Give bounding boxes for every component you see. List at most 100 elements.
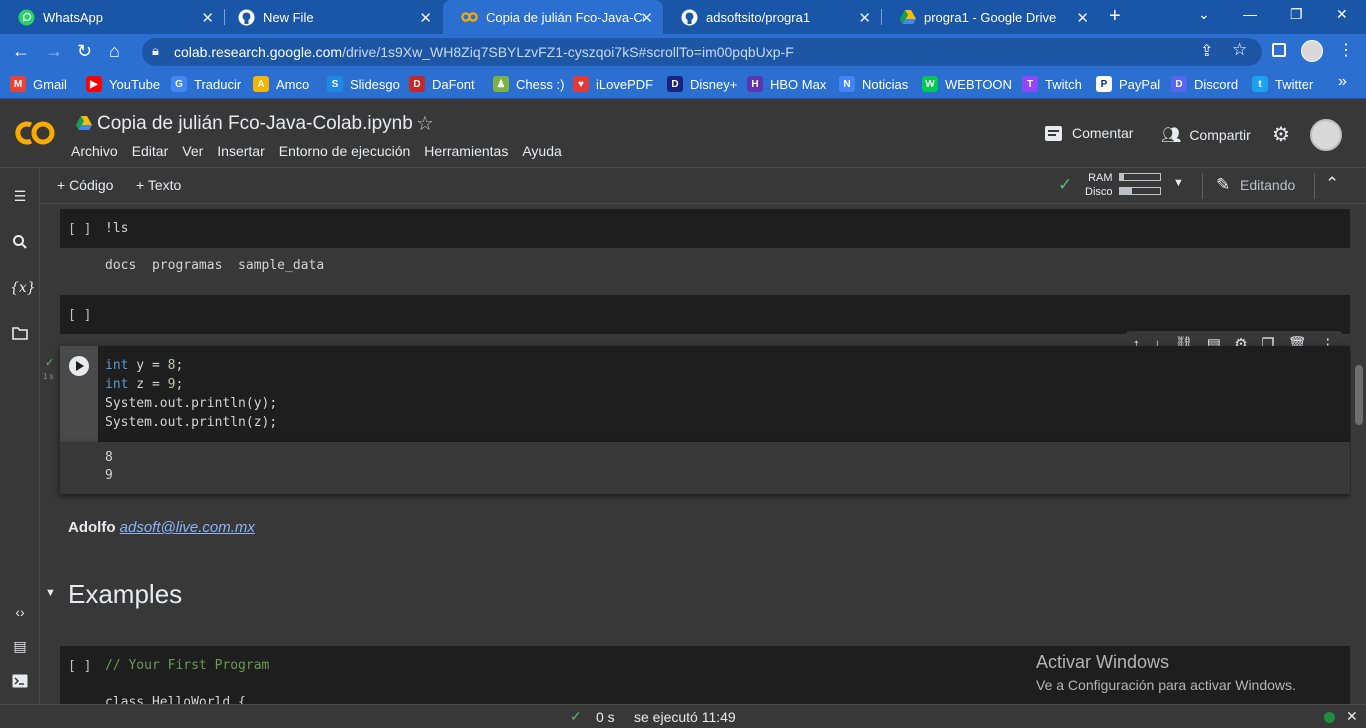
add-code-cell-button[interactable]: + Código (57, 177, 113, 193)
connection-status-icon[interactable] (1324, 712, 1335, 723)
code-cell[interactable]: [ ] !ls (60, 209, 1350, 248)
minimize-icon[interactable]: — (1243, 6, 1257, 22)
menu-herramientas[interactable]: Herramientas (424, 143, 508, 159)
exec-duration[interactable]: 0 s (596, 709, 615, 725)
url-input[interactable]: 🔒︎ colab.research.google.com/drive/1s9Xw… (142, 38, 1262, 66)
menu-ayuda[interactable]: Ayuda (522, 143, 561, 159)
user-avatar[interactable] (1310, 119, 1342, 151)
bookmark-ilovepdf[interactable]: ♥ iLovePDF (573, 76, 653, 92)
tab-whatsapp[interactable]: WhatsApp ✕ (0, 0, 224, 34)
editing-mode-label[interactable]: Editando (1240, 177, 1295, 193)
browser-menu-icon[interactable]: ⋮ (1338, 40, 1354, 60)
bookmark-twitch[interactable]: T Twitch (1022, 76, 1082, 92)
bookmark-label: WEBTOON (945, 76, 1012, 92)
close-tab-icon[interactable]: ✕ (419, 9, 432, 27)
tab-new-file[interactable]: New File ✕ (220, 0, 442, 34)
back-arrow-icon[interactable]: ← (12, 41, 30, 62)
code-comment[interactable]: // Your First Program (105, 656, 269, 675)
colab-logo[interactable] (14, 118, 58, 153)
close-tab-icon[interactable]: ✕ (201, 9, 214, 27)
collapse-section-icon[interactable]: ▼ (45, 587, 56, 599)
collapse-header-icon[interactable]: ⌃ (1325, 174, 1339, 194)
bookmark-slidesgo[interactable]: S Slidesgo (327, 76, 400, 92)
close-status-icon[interactable]: ✕ (1346, 708, 1358, 725)
tab-github-progra1[interactable]: adsoftsito/progra1 ✕ (663, 0, 881, 34)
lock-icon[interactable]: 🔒︎ (152, 43, 159, 59)
side-panel-icon[interactable] (1272, 43, 1286, 57)
variables-icon[interactable]: {x} (10, 280, 36, 300)
star-icon[interactable]: ☆ (416, 111, 434, 136)
cell-code[interactable]: class HelloWorld { (105, 693, 246, 704)
tab-colab-notebook[interactable]: Copia de julián Fco-Java-Cola ✕ (443, 0, 663, 34)
bookmark-star-icon[interactable]: ☆ (1232, 40, 1247, 60)
tab-title: New File (263, 9, 314, 25)
notebook-title[interactable]: Copia de julián Fco-Java-Colab.ipynb (97, 113, 413, 135)
comment-button[interactable]: Comentar (1045, 125, 1133, 141)
bookmark-hbo-max[interactable]: H HBO Max (747, 76, 826, 92)
tab-google-drive[interactable]: progra1 - Google Drive ✕ (881, 0, 1099, 34)
close-tab-icon[interactable]: ✕ (1076, 9, 1089, 27)
disk-meter[interactable] (1119, 187, 1161, 195)
add-text-cell-button[interactable]: + Texto (136, 177, 181, 193)
close-window-icon[interactable]: ✕ (1336, 6, 1348, 23)
output-text: docs programas sample_data (105, 258, 325, 273)
bookmark-dafont[interactable]: D DaFont (409, 76, 475, 92)
cell-exec-time: 1 s (43, 372, 54, 381)
bookmark-gmail[interactable]: M Gmail (10, 76, 67, 92)
run-cell-button[interactable] (69, 356, 89, 376)
resources-dropdown-icon[interactable]: ▼ (1173, 177, 1184, 189)
bookmark-youtube[interactable]: ▶ YouTube (86, 76, 160, 92)
run-cell-bracket[interactable]: [ ] (68, 222, 91, 237)
ram-meter[interactable] (1119, 173, 1161, 181)
cell-code[interactable]: int y = 8; int z = 9; System.out.println(y… (105, 356, 277, 432)
reload-icon[interactable]: ↻ (77, 41, 92, 62)
github-icon (238, 9, 255, 26)
terminal-icon[interactable] (10, 674, 30, 694)
table-of-contents-icon[interactable]: ☰ (10, 188, 30, 208)
bookmark-traducir[interactable]: G Traducir (171, 76, 241, 92)
more-bookmarks-button[interactable]: » (1338, 73, 1347, 91)
bookmark-paypal[interactable]: P PayPal (1096, 76, 1160, 92)
bookmark-webtoon[interactable]: W WEBTOON (922, 76, 1012, 92)
share-button[interactable]: 👥︎ Compartir (1161, 125, 1251, 145)
menu-insertar[interactable]: Insertar (217, 143, 264, 159)
cell-code[interactable]: !ls (105, 219, 128, 238)
code-snippets-icon[interactable]: ‹› (10, 604, 30, 624)
share-page-icon[interactable]: ⇪ (1200, 41, 1213, 61)
menu-ver[interactable]: Ver (182, 143, 203, 159)
profile-avatar[interactable] (1301, 40, 1323, 62)
search-icon[interactable] (10, 234, 30, 254)
notebook-scrollbar[interactable] (1352, 205, 1366, 704)
folder-icon[interactable] (10, 326, 30, 346)
resource-labels[interactable]: RAM Disco (1085, 171, 1113, 199)
code-cell[interactable]: [ ] (60, 295, 1350, 334)
bookmark-discord[interactable]: D Discord (1171, 76, 1238, 92)
scrollbar-thumb[interactable] (1355, 365, 1363, 425)
forward-arrow-icon[interactable]: → (45, 41, 63, 62)
bookmark-twitter[interactable]: t Twitter (1252, 76, 1313, 92)
exec-timestamp[interactable]: se ejecutó 11:49 (634, 709, 736, 725)
new-tab-button[interactable]: + (1109, 5, 1121, 28)
run-cell-bracket[interactable]: [ ] (68, 308, 91, 323)
close-tab-icon[interactable]: ✕ (640, 9, 653, 27)
bookmark-disney[interactable]: D Disney+ (667, 76, 737, 92)
google-drive-icon[interactable] (76, 116, 92, 135)
home-icon[interactable]: ⌂ (109, 41, 120, 62)
bookmark-chess[interactable]: ♟ Chess :) (493, 76, 564, 92)
menu-archivo[interactable]: Archivo (71, 143, 118, 159)
menu-editar[interactable]: Editar (132, 143, 169, 159)
section-heading[interactable]: Examples (68, 579, 182, 610)
text-cell[interactable]: Adolfo adsoft@live.com.mx (68, 519, 255, 536)
maximize-icon[interactable]: ❐ (1290, 6, 1303, 23)
run-cell-bracket[interactable]: [ ] (68, 659, 91, 674)
tab-search-icon[interactable]: ⌄ (1198, 6, 1210, 23)
whatsapp-icon (18, 9, 35, 26)
close-tab-icon[interactable]: ✕ (858, 9, 871, 27)
bookmark-noticias[interactable]: N Noticias (839, 76, 908, 92)
code-cell-focused[interactable]: int y = 8; int z = 9; System.out.println(y… (60, 346, 1350, 442)
command-palette-icon[interactable]: ▤ (10, 638, 30, 658)
email-link[interactable]: adsoft@live.com.mx (120, 519, 255, 536)
menu-entorno-ejecucion[interactable]: Entorno de ejecución (279, 143, 411, 159)
settings-gear-icon[interactable]: ⚙ (1272, 122, 1290, 147)
bookmark-amco[interactable]: A Amco (253, 76, 309, 92)
